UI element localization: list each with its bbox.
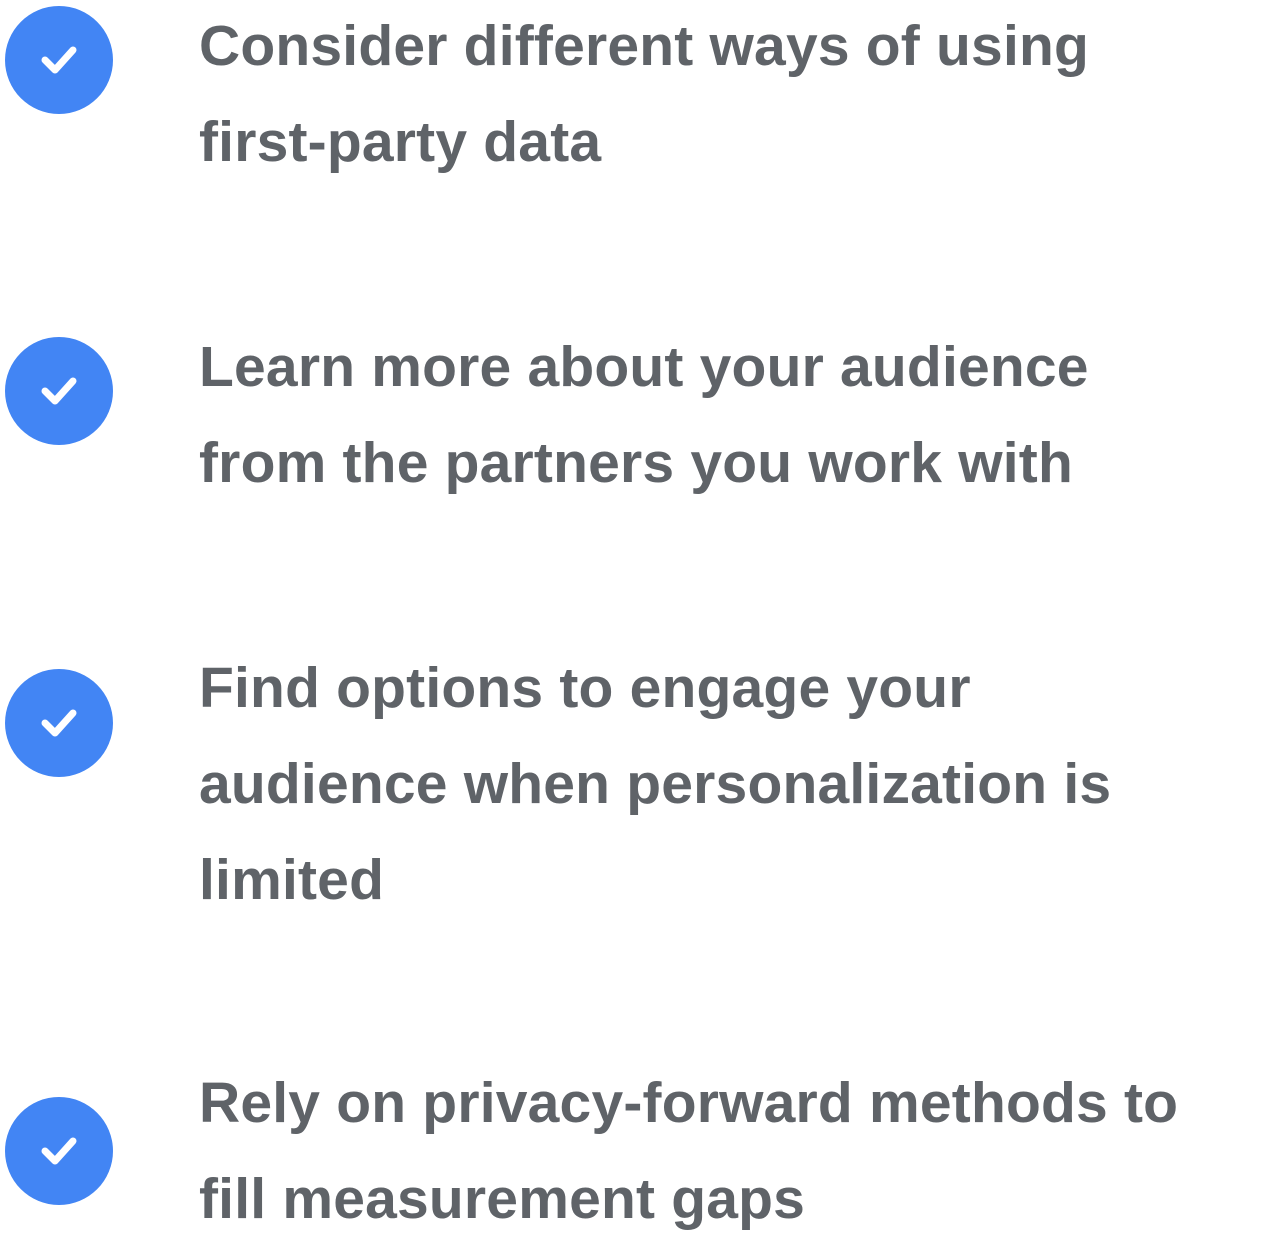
checklist-item-line: Learn more about your audience xyxy=(199,335,1089,399)
checklist-item-line: fill measurement gaps xyxy=(199,1167,806,1231)
checklist-item-text: Learn more about your audience from the p… xyxy=(199,319,1268,511)
checklist-item-line: audience when personalization is xyxy=(199,752,1112,816)
checklist: Consider different ways of using first-pa… xyxy=(0,0,1268,1231)
checklist-item-line: from the partners you work with xyxy=(199,431,1073,495)
check-circle-icon xyxy=(5,6,113,114)
checklist-item-line: first-party data xyxy=(199,110,602,174)
checklist-item-line: limited xyxy=(199,848,385,912)
checklist-item-text: Consider different ways of using first-pa… xyxy=(199,0,1268,190)
check-circle-icon xyxy=(5,669,113,777)
check-circle-icon xyxy=(5,337,113,445)
checklist-item-line: Rely on privacy-forward methods to xyxy=(199,1071,1179,1135)
checklist-item-text: Rely on privacy-forward methods to fill m… xyxy=(199,1055,1268,1247)
checklist-item-text: Find options to engage your audience when… xyxy=(199,640,1268,928)
checklist-item-line: Consider different ways of using xyxy=(199,14,1090,78)
check-circle-icon xyxy=(5,1097,113,1205)
checklist-item-line: Find options to engage your xyxy=(199,656,971,720)
